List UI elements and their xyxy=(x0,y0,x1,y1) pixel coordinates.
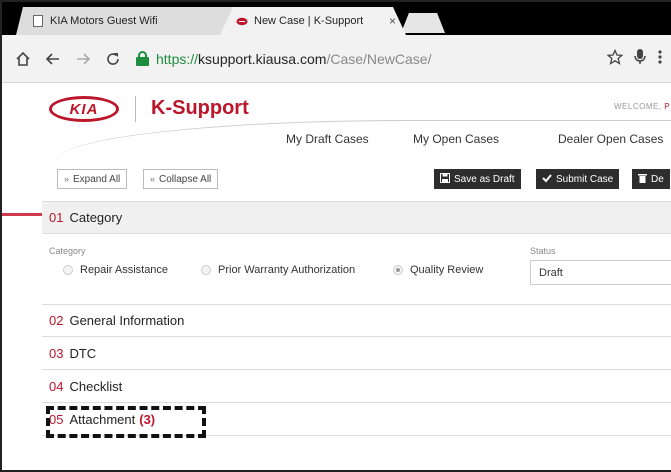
kia-logo[interactable]: KIA xyxy=(49,96,119,122)
section-number: 04 xyxy=(49,378,64,394)
welcome-text: WELCOME, P xyxy=(614,102,670,111)
case-action-bar: » Expand All «Collapse All Save as Draft … xyxy=(2,167,671,193)
section-title: Checklist xyxy=(69,378,123,394)
chevrons-up-icon: « xyxy=(150,174,156,184)
mic-icon[interactable] xyxy=(633,48,647,71)
brand-title[interactable]: K-Support xyxy=(151,97,249,120)
highlight-box xyxy=(46,406,206,438)
back-icon[interactable] xyxy=(38,44,68,74)
nav-my-draft-cases[interactable]: My Draft Cases xyxy=(286,132,369,146)
radio-prior-warranty-authorization[interactable]: Prior Warranty Authorization xyxy=(201,264,355,276)
radio-circle[interactable] xyxy=(201,265,211,275)
submit-case-button[interactable]: Submit Case xyxy=(536,169,620,189)
radio-label: Repair Assistance xyxy=(80,264,169,276)
menu-icon[interactable] xyxy=(657,49,663,70)
logo-divider xyxy=(135,96,136,122)
expand-all-button[interactable]: » Expand All xyxy=(57,169,128,189)
save-as-draft-label: Save as Draft xyxy=(454,173,515,185)
section-number: 03 xyxy=(49,345,64,361)
nav-my-open-cases[interactable]: My Open Cases xyxy=(413,132,499,146)
status-field[interactable]: Draft xyxy=(530,260,671,285)
trash-icon xyxy=(638,173,647,186)
collapse-all-button[interactable]: «Collapse All xyxy=(143,169,219,189)
nav-dealer-open-cases[interactable]: Dealer Open Cases xyxy=(558,132,663,146)
close-icon[interactable]: × xyxy=(389,14,396,28)
section-number: 01 xyxy=(49,210,64,225)
radio-circle[interactable] xyxy=(63,265,73,275)
radio-quality-review[interactable]: Quality Review xyxy=(393,264,483,276)
kia-favicon-icon xyxy=(236,15,248,27)
main-nav: My Draft Cases My Open Cases Dealer Open… xyxy=(2,132,671,156)
section-title: Category xyxy=(69,210,123,225)
welcome-user[interactable]: P xyxy=(664,102,670,111)
site-header: KIA K-Support WELCOME, P My Draft Cases … xyxy=(2,84,671,164)
address-bar[interactable]: https://ksupport.kiausa.com/Case/NewCase… xyxy=(136,44,556,74)
tab-guest-wifi[interactable]: KIA Motors Guest Wifi × xyxy=(16,7,248,35)
url-path: /Case/NewCase/ xyxy=(326,50,432,67)
tab-title: New Case | K-Support xyxy=(254,15,364,27)
section-checklist[interactable]: 04 Checklist xyxy=(42,370,671,403)
welcome-label: WELCOME, xyxy=(614,102,662,111)
section-title: General Information xyxy=(69,313,185,328)
browser-toolbar: https://ksupport.kiausa.com/Case/NewCase… xyxy=(2,35,671,83)
browser-tab-strip: KIA Motors Guest Wifi × New Case | K-Sup… xyxy=(2,2,671,35)
section-dtc[interactable]: 03 DTC xyxy=(42,337,671,370)
radio-circle[interactable] xyxy=(393,265,403,275)
forward-icon[interactable] xyxy=(68,44,98,74)
category-panel: Category Repair Assistance Prior Warrant… xyxy=(42,240,671,302)
section-number: 02 xyxy=(49,313,64,328)
screenshot-frame: KIA Motors Guest Wifi × New Case | K-Sup… xyxy=(0,0,671,472)
star-icon[interactable] xyxy=(606,48,624,70)
chevrons-down-icon: » xyxy=(64,174,70,184)
section-category[interactable]: 01 Category xyxy=(42,201,671,234)
section-general-information[interactable]: 02 General Information xyxy=(42,304,671,337)
radio-label: Prior Warranty Authorization xyxy=(218,264,356,276)
collapse-all-label: Collapse All xyxy=(159,173,212,185)
url-scheme: https:// xyxy=(156,50,199,67)
lock-icon xyxy=(136,51,149,66)
tab-title: KIA Motors Guest Wifi xyxy=(50,15,158,27)
submit-case-label: Submit Case xyxy=(556,173,614,185)
tab-new-case[interactable]: New Case | K-Support × xyxy=(220,7,406,35)
radio-repair-assistance[interactable]: Repair Assistance xyxy=(63,264,168,276)
check-icon xyxy=(542,173,552,186)
delete-button[interactable]: De xyxy=(632,169,670,189)
reload-icon[interactable] xyxy=(98,44,128,74)
page-icon xyxy=(32,15,44,27)
save-icon xyxy=(440,172,450,186)
new-tab-button[interactable] xyxy=(401,13,445,33)
category-label: Category xyxy=(49,246,86,256)
url-host: ksupport.kiausa.com xyxy=(198,50,327,67)
expand-all-label: Expand All xyxy=(73,173,121,185)
save-as-draft-button[interactable]: Save as Draft xyxy=(434,169,521,189)
delete-label: De xyxy=(651,173,664,185)
home-icon[interactable] xyxy=(8,44,38,74)
radio-label: Quality Review xyxy=(410,264,484,276)
section-title: DTC xyxy=(69,345,97,361)
status-label: Status xyxy=(530,246,556,256)
